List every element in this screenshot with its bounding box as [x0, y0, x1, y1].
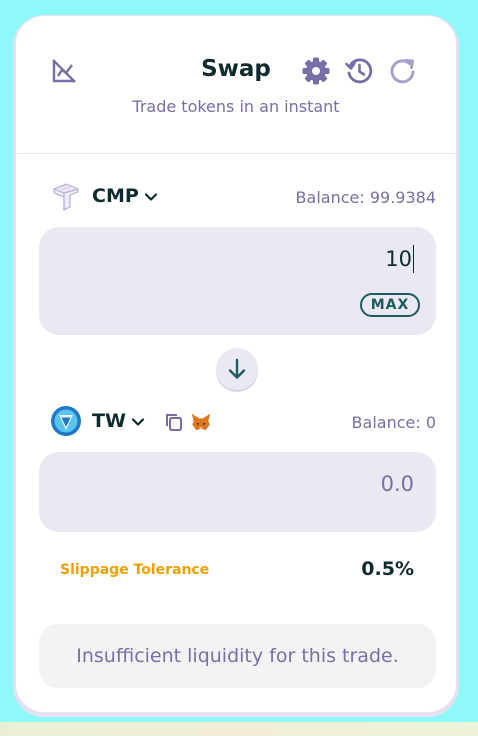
- slippage-value: 0.5%: [361, 558, 414, 580]
- page-bottom-strip: [0, 722, 478, 736]
- slippage-label: Slippage Tolerance: [60, 562, 210, 578]
- gear-icon[interactable]: [301, 56, 331, 86]
- arrow-down-icon: [228, 358, 246, 379]
- cmp-token-logo: [53, 183, 79, 211]
- refresh-icon[interactable]: [388, 56, 418, 86]
- swap-card: Swap Trade tokens in an instant CMP Bala…: [16, 16, 456, 712]
- from-token-row: CMP Balance: 99.9384: [16, 179, 456, 215]
- history-icon[interactable]: [344, 56, 374, 86]
- to-amount-input[interactable]: 0.0: [381, 472, 414, 496]
- insufficient-liquidity-notice: Insufficient liquidity for this trade.: [39, 624, 436, 688]
- copy-icon[interactable]: [164, 412, 184, 432]
- to-balance: Balance: 0: [351, 413, 436, 432]
- to-amount-field[interactable]: 0.0: [39, 452, 436, 532]
- swap-header: Swap Trade tokens in an instant: [16, 16, 456, 154]
- from-token-selector[interactable]: CMP: [92, 185, 139, 207]
- to-token-row: TW Balance: 0: [16, 404, 456, 440]
- text-caret: [413, 245, 414, 273]
- from-amount-input[interactable]: 10: [385, 247, 412, 271]
- tw-token-logo: [51, 406, 81, 436]
- from-balance: Balance: 99.9384: [295, 188, 436, 207]
- chevron-down-icon[interactable]: [131, 415, 145, 429]
- max-button[interactable]: MAX: [360, 293, 420, 317]
- page-subtitle: Trade tokens in an instant: [132, 97, 340, 116]
- metamask-fox-icon[interactable]: [190, 411, 212, 433]
- chevron-down-icon[interactable]: [144, 190, 158, 204]
- switch-direction-button[interactable]: [216, 348, 258, 390]
- to-token-selector[interactable]: TW: [92, 410, 126, 432]
- from-amount-field[interactable]: 10 MAX: [39, 227, 436, 335]
